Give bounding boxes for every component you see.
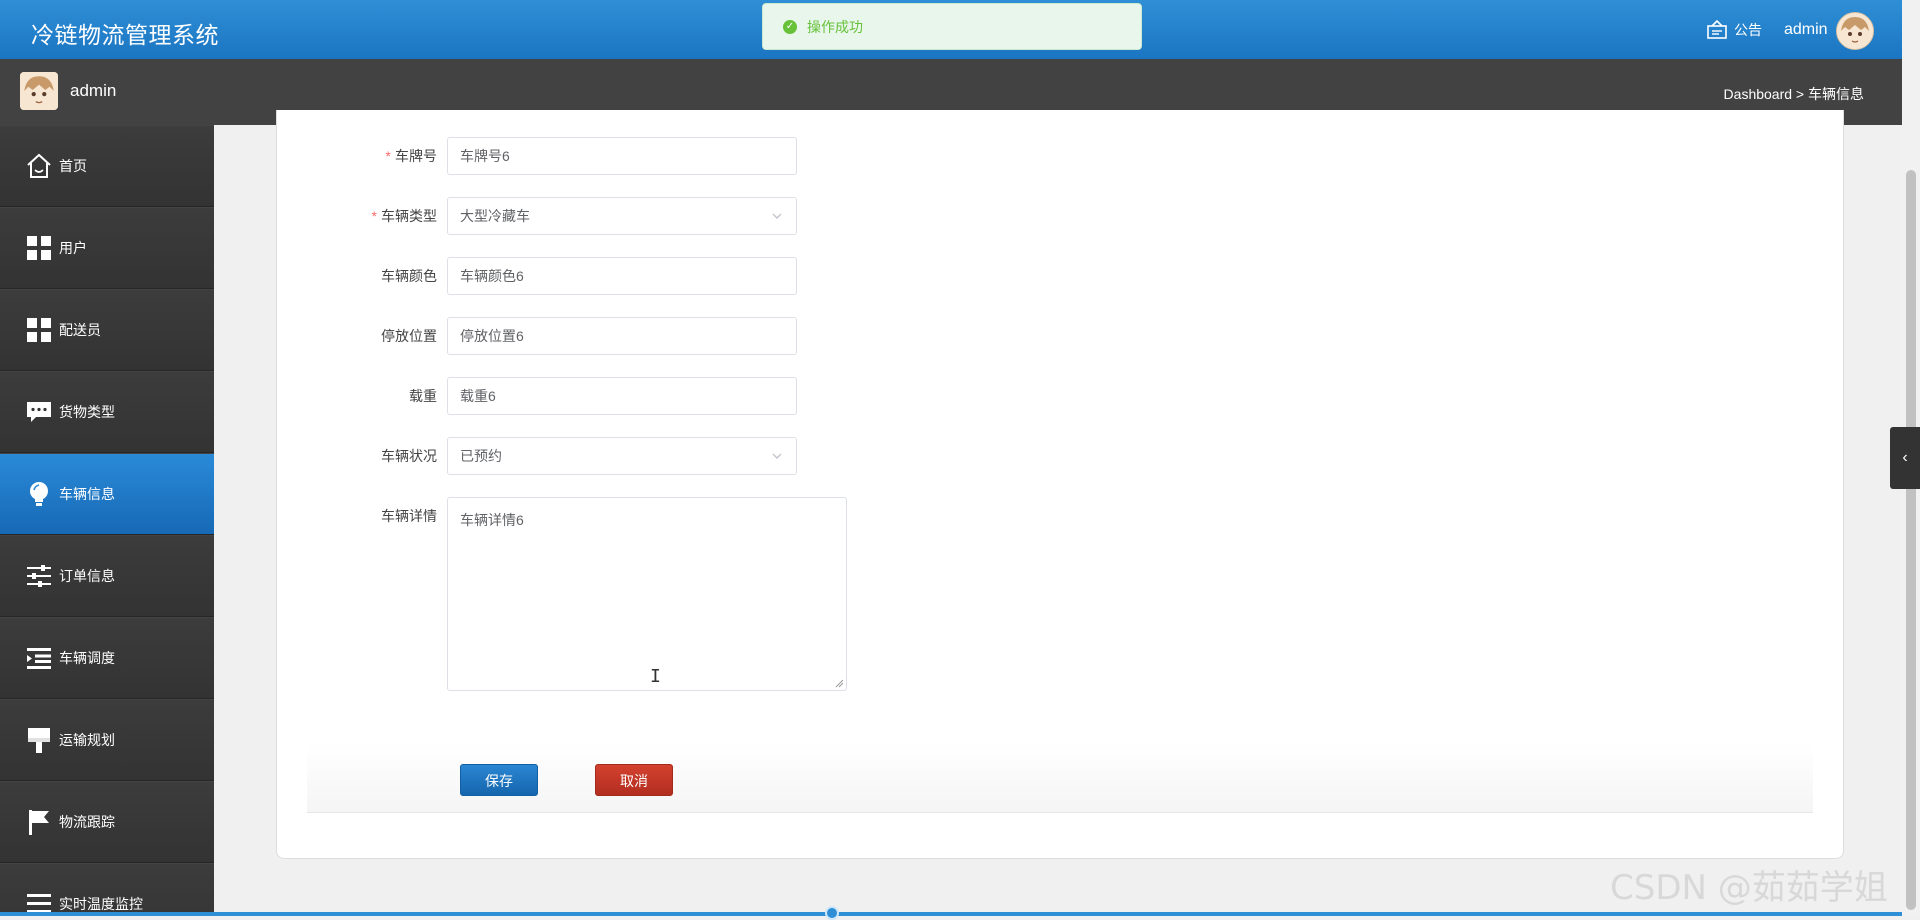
header-username[interactable]: admin xyxy=(1784,21,1828,39)
detail-value: 车辆详情6 xyxy=(460,512,524,528)
sidebar-item-label: 用户 xyxy=(59,240,87,256)
parking-label: 停放位置 xyxy=(381,328,437,344)
notice-icon xyxy=(1707,20,1727,39)
sidebar-item-label: 车辆调度 xyxy=(59,650,115,666)
form-row-parking: 停放位置 停放位置6 xyxy=(277,317,797,355)
flag-icon xyxy=(29,810,49,835)
detail-label: 车辆详情 xyxy=(381,508,437,524)
form-actions: 保存 取消 xyxy=(307,742,1813,813)
chevron-left-icon: ‹ xyxy=(1902,449,1908,466)
form-row-color: 车辆颜色 车辆颜色6 xyxy=(277,257,797,295)
sidebar-item-users[interactable]: 用户 xyxy=(0,207,214,289)
color-label: 车辆颜色 xyxy=(381,268,437,284)
chevron-down-icon xyxy=(772,213,782,219)
indent-icon xyxy=(27,648,51,669)
sidebar-avatar xyxy=(20,72,58,110)
chevron-down-icon xyxy=(772,453,782,459)
sidebar-item-dispatch[interactable]: 车辆调度 xyxy=(0,617,214,699)
resize-grip-icon[interactable] xyxy=(834,678,844,688)
notice-label: 公告 xyxy=(1734,22,1762,38)
avatar-face-icon xyxy=(1837,13,1873,49)
breadcrumb: Dashboard > 车辆信息 xyxy=(1723,86,1864,102)
notice-link[interactable]: 公告 xyxy=(1706,20,1762,40)
save-button[interactable]: 保存 xyxy=(460,764,538,796)
parking-input[interactable]: 停放位置6 xyxy=(447,317,797,355)
sidebar-item-label: 实时温度监控 xyxy=(59,896,143,912)
sliders-icon xyxy=(27,565,51,587)
form-row-type: * 车辆类型 大型冷藏车 xyxy=(277,197,797,235)
status-label: 车辆状况 xyxy=(381,448,437,464)
vehicle-type-select[interactable]: 大型冷藏车 xyxy=(447,197,797,235)
sidebar-item-label: 首页 xyxy=(59,158,87,174)
form-row-status: 车辆状况 已预约 xyxy=(277,437,797,475)
chat-icon xyxy=(27,402,51,422)
cancel-button[interactable]: 取消 xyxy=(595,764,673,796)
required-mark: * xyxy=(371,208,377,224)
header-avatar[interactable] xyxy=(1836,12,1874,50)
vehicle-status-select[interactable]: 已预约 xyxy=(447,437,797,475)
form-row-plate: * 车牌号 车牌号6 xyxy=(277,137,797,175)
bulb-icon xyxy=(30,482,48,506)
sidebar-nav: 首页 用户 配送员 货物类型 车辆信息 订单信息 车辆调度 运输规划 物流跟踪 … xyxy=(0,125,214,916)
sidebar-item-label: 配送员 xyxy=(59,322,101,338)
home-icon xyxy=(27,153,51,178)
sidebar-item-orders[interactable]: 订单信息 xyxy=(0,535,214,617)
vehicle-type-value: 大型冷藏车 xyxy=(460,208,530,224)
required-mark: * xyxy=(385,148,391,164)
plate-input[interactable]: 车牌号6 xyxy=(447,137,797,175)
sidebar-username: admin xyxy=(70,81,117,100)
vehicle-status-value: 已预约 xyxy=(460,448,502,464)
form-row-load: 载重 载重6 xyxy=(277,377,797,415)
text-cursor-icon: I xyxy=(650,666,661,687)
plate-label-text: 车牌号 xyxy=(395,148,437,164)
type-label: * 车辆类型 xyxy=(277,197,447,235)
collapse-panel-tab[interactable]: ‹ xyxy=(1890,427,1920,489)
type-label-text: 车辆类型 xyxy=(381,208,437,224)
scrollbar-thumb[interactable] xyxy=(1906,170,1916,910)
grid-icon xyxy=(27,318,51,342)
success-check-icon: ✓ xyxy=(783,19,797,34)
sidebar-item-home[interactable]: 首页 xyxy=(0,125,214,207)
success-toast: ✓ 操作成功 xyxy=(762,3,1142,50)
load-input[interactable]: 载重6 xyxy=(447,377,797,415)
vehicle-form-panel: * 车牌号 车牌号6 * 车辆类型 大型冷藏车 车辆颜色 车辆颜色6 停放位置 停放… xyxy=(276,110,1844,859)
form-row-detail: 车辆详情 车辆详情6 xyxy=(277,497,847,691)
sidebar-item-label: 车辆信息 xyxy=(59,486,115,502)
app-title: 冷链物流管理系统 xyxy=(31,22,219,48)
sidebar-item-label: 订单信息 xyxy=(59,568,115,584)
sidebar-item-label: 货物类型 xyxy=(59,404,115,420)
brush-icon xyxy=(28,728,50,753)
bottom-progress-line xyxy=(0,912,1902,916)
toast-message: 操作成功 xyxy=(807,18,863,35)
sidebar-item-transport-plan[interactable]: 运输规划 xyxy=(0,699,214,781)
sidebar-item-couriers[interactable]: 配送员 xyxy=(0,289,214,371)
sidebar-item-cargo-types[interactable]: 货物类型 xyxy=(0,371,214,453)
sidebar-item-vehicles[interactable]: 车辆信息 xyxy=(0,453,214,535)
color-input[interactable]: 车辆颜色6 xyxy=(447,257,797,295)
watermark: CSDN @茹茹学姐 xyxy=(1610,868,1888,908)
sidebar-item-label: 运输规划 xyxy=(59,732,115,748)
sidebar-item-label: 物流跟踪 xyxy=(59,814,115,830)
detail-textarea[interactable]: 车辆详情6 xyxy=(447,497,847,691)
bottom-slider-handle[interactable] xyxy=(825,906,839,920)
grid-icon xyxy=(27,236,51,260)
load-label: 载重 xyxy=(409,388,437,404)
sidebar-item-tracking[interactable]: 物流跟踪 xyxy=(0,781,214,863)
plate-label: * 车牌号 xyxy=(277,137,447,175)
avatar-face-icon xyxy=(20,72,58,110)
sidebar-item-temperature[interactable]: 实时温度监控 xyxy=(0,863,214,916)
